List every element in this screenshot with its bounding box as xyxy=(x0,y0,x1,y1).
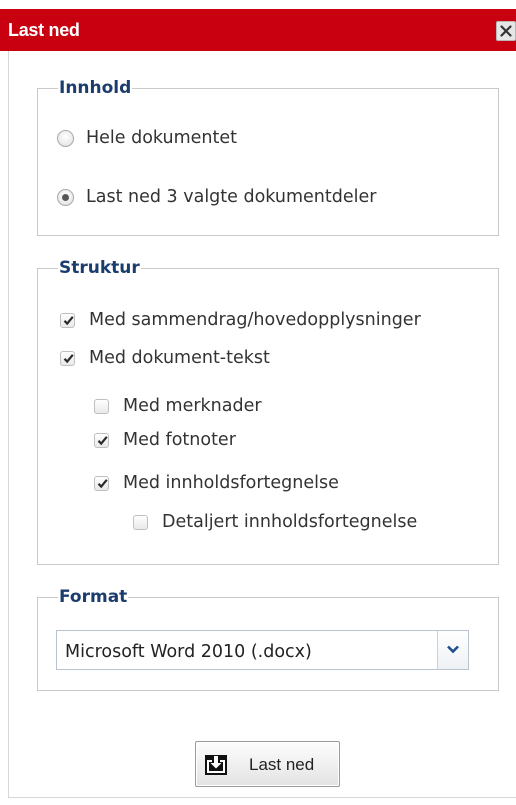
checkbox-fotnoter[interactable]: Med fotnoter xyxy=(94,428,236,452)
struktur-legend: Struktur xyxy=(59,258,140,278)
format-select[interactable]: Microsoft Word 2010 (.docx) xyxy=(56,630,469,670)
format-select-value: Microsoft Word 2010 (.docx) xyxy=(65,642,312,662)
checkbox-label: Med fotnoter xyxy=(123,430,236,450)
checkbox-detaljert-innholdsfortegnelse[interactable]: Detaljert innholdsfortegnelse xyxy=(133,510,417,534)
close-icon xyxy=(500,25,512,37)
checkbox[interactable] xyxy=(94,475,109,491)
download-button-label: Last ned xyxy=(249,755,315,774)
download-dialog: Last ned Innhold Hele dokumentet Last ne… xyxy=(0,0,516,805)
checkbox-dokument-tekst[interactable]: Med dokument-tekst xyxy=(60,346,270,370)
checkmark-icon xyxy=(63,353,74,363)
checkbox-merknader[interactable]: Med merknader xyxy=(94,394,262,418)
checkbox[interactable] xyxy=(94,398,109,414)
close-button[interactable] xyxy=(496,21,516,41)
checkbox[interactable] xyxy=(60,350,75,366)
checkbox-label: Detaljert innholdsfortegnelse xyxy=(162,512,418,532)
chevron-down-icon xyxy=(447,645,459,654)
checkbox-label: Med merknader xyxy=(123,396,262,416)
checkbox-label: Med innholdsfortegnelse xyxy=(123,473,339,493)
radio-button[interactable] xyxy=(57,129,74,147)
checkmark-icon xyxy=(97,435,108,445)
download-button[interactable]: Last ned xyxy=(195,741,340,787)
checkbox-label: Med sammendrag/hovedopplysninger xyxy=(89,310,421,330)
format-legend: Format xyxy=(59,587,128,607)
radio-option-last-ned-valgte[interactable]: Last ned 3 valgte dokumentdeler xyxy=(57,185,376,209)
radio-label: Hele dokumentet xyxy=(86,128,238,148)
checkbox[interactable] xyxy=(133,514,148,530)
checkbox-label: Med dokument-tekst xyxy=(89,348,270,368)
dialog-titlebar: Last ned xyxy=(0,9,516,51)
download-icon xyxy=(205,755,227,775)
checkmark-icon xyxy=(63,315,74,325)
innhold-legend: Innhold xyxy=(59,78,132,98)
checkmark-icon xyxy=(97,478,108,488)
checkbox-innholdsfortegnelse[interactable]: Med innholdsfortegnelse xyxy=(94,471,339,495)
innhold-group: Innhold xyxy=(37,78,499,236)
checkbox[interactable] xyxy=(94,432,109,448)
dialog-title: Last ned xyxy=(8,20,80,40)
checkbox[interactable] xyxy=(60,312,75,328)
radio-option-hele-dokumentet[interactable]: Hele dokumentet xyxy=(57,126,237,150)
radio-button-selected[interactable] xyxy=(57,188,74,206)
format-dropdown-button[interactable] xyxy=(437,631,468,669)
radio-label: Last ned 3 valgte dokumentdeler xyxy=(86,187,377,207)
checkbox-sammendrag[interactable]: Med sammendrag/hovedopplysninger xyxy=(60,308,421,332)
